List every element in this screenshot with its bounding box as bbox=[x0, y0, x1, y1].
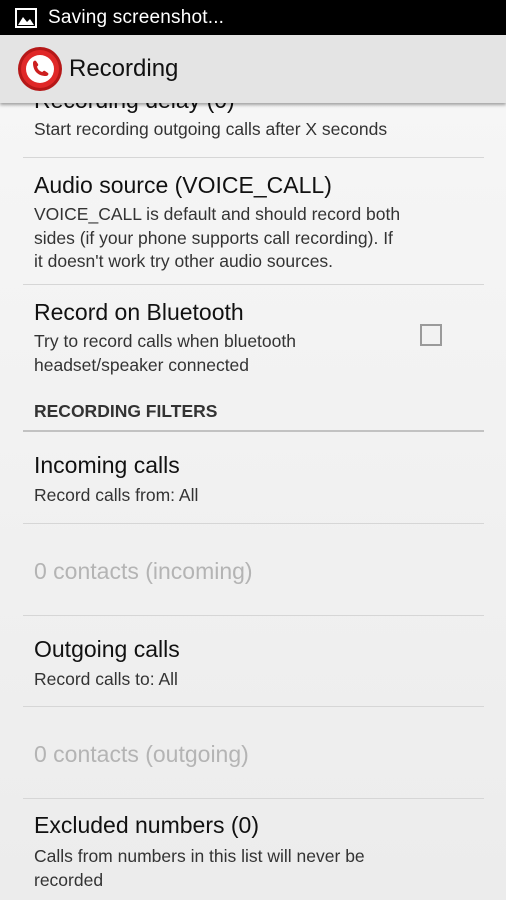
outgoing-contacts-title: 0 contacts (outgoing) bbox=[34, 741, 249, 767]
recording-delay-summary: Start recording outgoing calls after X s… bbox=[34, 119, 388, 139]
outgoing-calls-summary: Record calls to: All bbox=[34, 669, 178, 689]
incoming-contacts-title: 0 contacts (incoming) bbox=[34, 558, 253, 584]
record-on-bluetooth-summary: Try to record calls when bluetooth heads… bbox=[34, 331, 296, 375]
image-icon bbox=[15, 7, 37, 28]
settings-list[interactable]: Recording delay (0) Start recording outg… bbox=[0, 103, 506, 900]
outgoing-contacts-setting: 0 contacts (outgoing) bbox=[23, 707, 484, 799]
category-label: RECORDING FILTERS bbox=[34, 401, 218, 421]
record-on-bluetooth-checkbox[interactable] bbox=[420, 324, 442, 346]
recording-delay-title: Recording delay (0) bbox=[34, 103, 235, 114]
excluded-numbers-title: Excluded numbers (0) bbox=[34, 812, 259, 838]
phone-record-icon[interactable] bbox=[17, 46, 63, 92]
incoming-calls-setting[interactable]: Incoming calls Record calls from: All bbox=[23, 432, 484, 524]
outgoing-calls-setting[interactable]: Outgoing calls Record calls to: All bbox=[23, 616, 484, 707]
outgoing-calls-title: Outgoing calls bbox=[34, 636, 180, 662]
incoming-calls-summary: Record calls from: All bbox=[34, 485, 199, 505]
audio-source-setting[interactable]: Audio source (VOICE_CALL) VOICE_CALL is … bbox=[23, 158, 484, 285]
recording-delay-setting[interactable]: Recording delay (0) Start recording outg… bbox=[23, 103, 484, 158]
audio-source-title: Audio source (VOICE_CALL) bbox=[34, 172, 332, 198]
excluded-numbers-summary: Calls from numbers in this list will nev… bbox=[34, 846, 365, 890]
excluded-numbers-setting[interactable]: Excluded numbers (0) Calls from numbers … bbox=[23, 799, 484, 900]
recording-filters-header: RECORDING FILTERS bbox=[23, 391, 484, 432]
record-on-bluetooth-title: Record on Bluetooth bbox=[34, 299, 244, 325]
record-on-bluetooth-setting[interactable]: Record on Bluetooth Try to record calls … bbox=[23, 285, 484, 391]
audio-source-summary: VOICE_CALL is default and should record … bbox=[34, 204, 401, 271]
page-title: Recording bbox=[69, 55, 179, 82]
status-bar: Saving screenshot... bbox=[0, 0, 506, 35]
status-notification-text: Saving screenshot... bbox=[48, 6, 225, 28]
action-bar: Recording bbox=[0, 35, 506, 103]
incoming-calls-title: Incoming calls bbox=[34, 452, 180, 478]
incoming-contacts-setting: 0 contacts (incoming) bbox=[23, 524, 484, 616]
